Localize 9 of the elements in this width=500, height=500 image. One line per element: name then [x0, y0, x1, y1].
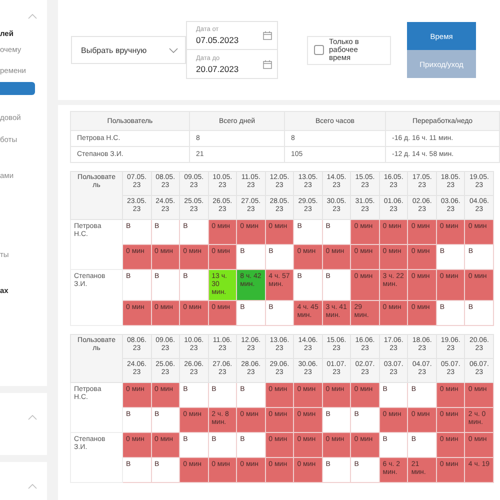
- period-select[interactable]: Выбрать вручную: [71, 36, 186, 64]
- calendar-icon: [263, 60, 272, 68]
- sidebar-item[interactable]: [0, 82, 35, 95]
- chevron-down-icon: [169, 48, 178, 52]
- chevron-up-icon[interactable]: [28, 415, 37, 420]
- chevron-up-icon[interactable]: [28, 484, 37, 489]
- chevron-up-icon[interactable]: [28, 14, 37, 19]
- calendar-icon: [263, 31, 272, 40]
- checkbox[interactable]: [314, 45, 324, 55]
